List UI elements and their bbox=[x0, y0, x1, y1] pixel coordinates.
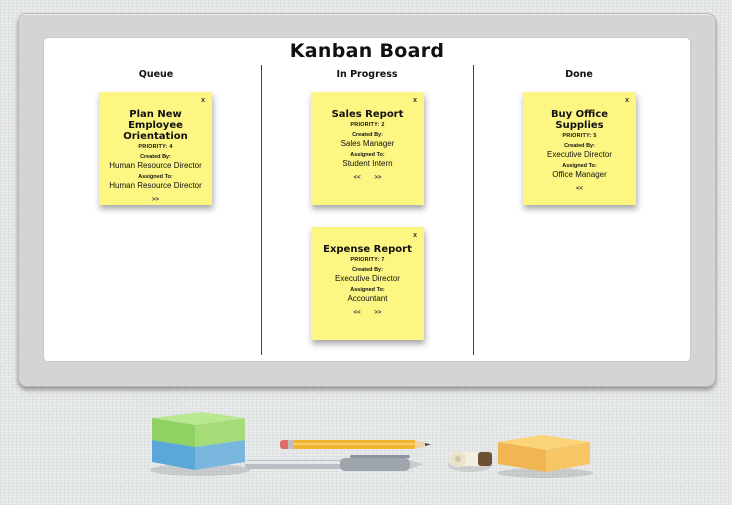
sticky-pad-icon bbox=[497, 435, 593, 478]
column-divider bbox=[473, 65, 474, 355]
close-icon[interactable]: x bbox=[625, 97, 629, 104]
column-divider bbox=[261, 65, 262, 355]
task-card[interactable]: x Buy Office Supplies PRIORITY: 5 Create… bbox=[523, 92, 636, 205]
created-by-value: Executive Director bbox=[335, 274, 400, 283]
close-icon[interactable]: x bbox=[201, 97, 205, 104]
card-title: Expense Report bbox=[323, 244, 412, 255]
assigned-to-value: Student Intern bbox=[342, 159, 393, 168]
move-right-button[interactable]: >> bbox=[374, 310, 381, 316]
column-title-in-progress: In Progress bbox=[336, 69, 398, 80]
pencil-icon bbox=[280, 440, 431, 449]
assigned-to-value: Accountant bbox=[347, 294, 388, 303]
assigned-to-label: Assigned To: bbox=[350, 152, 385, 158]
task-card[interactable]: x Expense Report PRIORITY: 7 Created By:… bbox=[311, 227, 424, 340]
assigned-to-label: Assigned To: bbox=[562, 163, 597, 169]
board-title: Kanban Board bbox=[289, 40, 445, 62]
move-left-button[interactable]: << bbox=[354, 310, 361, 316]
card-actions: << >> bbox=[311, 310, 424, 316]
desk-supplies-illustration bbox=[150, 412, 593, 478]
kanban-board: Kanban Board Queue In Progress Done x Pl… bbox=[43, 37, 691, 362]
card-priority: PRIORITY: 5 bbox=[562, 133, 597, 139]
move-right-button[interactable]: >> bbox=[374, 175, 381, 181]
task-card[interactable]: x Sales Report PRIORITY: 2 Created By: S… bbox=[311, 92, 424, 205]
assigned-to-label: Assigned To: bbox=[138, 174, 173, 180]
card-actions: << >> bbox=[311, 175, 424, 181]
card-title: Sales Report bbox=[331, 109, 404, 120]
assigned-to-label: Assigned To: bbox=[350, 287, 385, 293]
task-card[interactable]: x Plan New Employee Orientation PRIORITY… bbox=[99, 92, 212, 205]
created-by-value: Sales Manager bbox=[340, 139, 395, 148]
created-by-label: Created By: bbox=[140, 154, 171, 160]
assigned-to-value: Office Manager bbox=[552, 170, 607, 179]
column-title-done: Done bbox=[565, 69, 593, 80]
created-by-value: Human Resource Director bbox=[109, 161, 202, 170]
sticky-note-stack-icon bbox=[150, 412, 250, 476]
move-left-button[interactable]: << bbox=[354, 175, 361, 181]
close-icon[interactable]: x bbox=[413, 232, 417, 239]
move-left-button[interactable]: << bbox=[576, 186, 583, 192]
card-priority: PRIORITY: 4 bbox=[138, 144, 173, 150]
created-by-value: Executive Director bbox=[547, 150, 612, 159]
close-icon[interactable]: x bbox=[413, 97, 417, 104]
card-title: Buy Office Supplies bbox=[550, 109, 609, 131]
card-priority: PRIORITY: 2 bbox=[350, 122, 385, 128]
created-by-label: Created By: bbox=[352, 132, 383, 138]
tape-roll-icon bbox=[448, 451, 492, 472]
created-by-label: Created By: bbox=[352, 267, 383, 273]
card-actions: << bbox=[523, 186, 636, 192]
card-title: Plan New Employee Orientation bbox=[123, 109, 188, 142]
card-priority: PRIORITY: 7 bbox=[350, 257, 385, 263]
column-title-queue: Queue bbox=[138, 69, 174, 80]
created-by-label: Created By: bbox=[564, 143, 595, 149]
assigned-to-value: Human Resource Director bbox=[109, 181, 202, 190]
move-right-button[interactable]: >> bbox=[152, 197, 159, 203]
card-actions: >> bbox=[99, 197, 212, 203]
pen-icon bbox=[245, 455, 423, 471]
